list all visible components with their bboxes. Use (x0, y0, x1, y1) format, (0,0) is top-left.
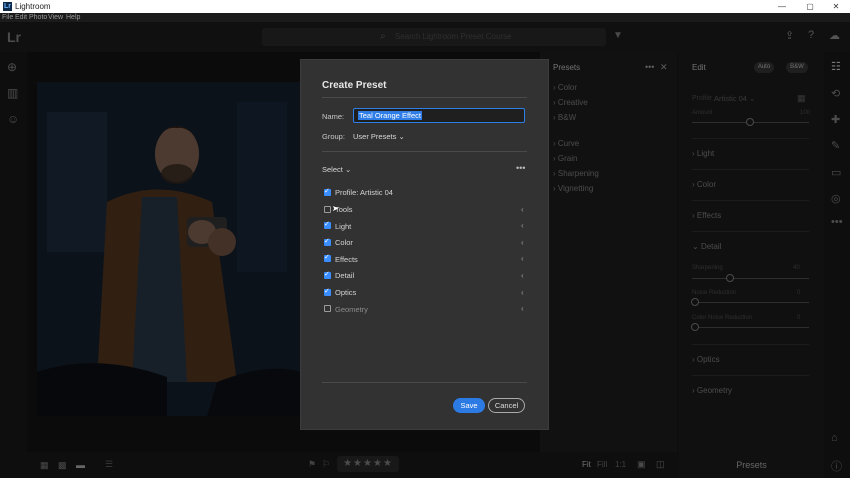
app-title: Lightroom (15, 2, 51, 11)
chevron-down-icon: ⌄ (398, 132, 405, 141)
group-dropdown[interactable]: User Presets ⌄ (353, 132, 405, 141)
menu-bar: File Edit Photo View Help (0, 13, 850, 22)
dialog-divider (322, 382, 527, 383)
checkbox-detail[interactable] (324, 270, 331, 279)
minimize-icon[interactable]: — (768, 0, 796, 13)
app-logo-icon: Lr (3, 2, 12, 11)
menu-edit[interactable]: Edit (15, 13, 27, 22)
menu-view[interactable]: View (48, 13, 63, 22)
option-label-optics: Optics (335, 288, 357, 297)
option-label-profile: Profile: Artistic 04 (335, 188, 393, 197)
select-dropdown[interactable]: Select ⌄ (322, 165, 351, 174)
more-options-icon[interactable]: ••• (516, 163, 525, 173)
chevron-left-icon[interactable]: ‹ (521, 254, 524, 263)
group-label: Group: (322, 132, 345, 141)
group-value: User Presets (353, 132, 397, 141)
checkbox-effects[interactable] (324, 253, 331, 262)
cancel-button[interactable]: Cancel (488, 398, 525, 413)
chevron-left-icon[interactable]: ‹ (521, 205, 524, 214)
checkbox-tools[interactable] (324, 206, 331, 213)
title-bar: Lr Lightroom — ▢ ✕ (0, 0, 850, 13)
dialog-divider (322, 97, 527, 98)
option-label-effects: Effects (335, 255, 358, 264)
mouse-cursor-icon: ➤ (332, 204, 339, 213)
name-label: Name: (322, 112, 345, 121)
menu-photo[interactable]: Photo (29, 13, 47, 22)
menu-file[interactable]: File (2, 13, 13, 22)
checkbox-geometry[interactable] (324, 305, 331, 312)
chevron-left-icon[interactable]: ‹ (521, 288, 524, 297)
checkbox-profile[interactable] (324, 187, 331, 196)
maximize-icon[interactable]: ▢ (796, 0, 824, 13)
checkbox-optics[interactable] (324, 287, 331, 296)
menu-help[interactable]: Help (66, 13, 80, 22)
select-label: Select (322, 165, 343, 174)
checkbox-light[interactable] (324, 220, 331, 229)
preset-name-value: Teal Orange Effect (358, 111, 422, 120)
close-window-icon[interactable]: ✕ (822, 0, 850, 13)
chevron-left-icon[interactable]: ‹ (521, 304, 524, 313)
option-label-geometry: Geometry (335, 305, 368, 314)
dialog-divider (322, 151, 527, 152)
chevron-down-icon: ⌄ (344, 165, 352, 174)
chevron-left-icon[interactable]: ‹ (521, 221, 524, 230)
checkbox-color[interactable] (324, 237, 331, 246)
save-button[interactable]: Save (453, 398, 485, 413)
option-label-color: Color (335, 238, 353, 247)
chevron-left-icon[interactable]: ‹ (521, 238, 524, 247)
preset-name-input[interactable]: Teal Orange Effect (353, 108, 525, 123)
chevron-left-icon[interactable]: ‹ (521, 271, 524, 280)
option-label-detail: Detail (335, 271, 355, 280)
option-label-light: Light (335, 222, 352, 231)
dialog-title: Create Preset (322, 80, 387, 91)
